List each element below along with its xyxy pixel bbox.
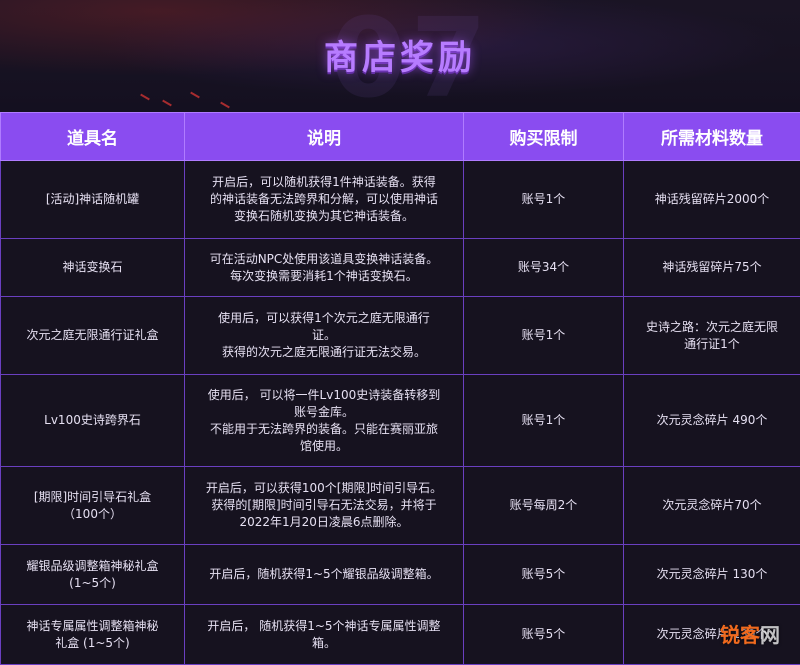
item-name: 神话专属属性调整箱神秘 礼盒 (1~5个) [1, 605, 185, 665]
site-watermark: 锐客网 [720, 619, 780, 648]
material-cost: 次元灵念碎片 130个 [624, 545, 800, 605]
table-row: [期限]时间引导石礼盒 （100个） 开启后，可以获得100个[期限]时间引导石… [1, 467, 800, 545]
purchase-limit: 账号1个 [464, 161, 624, 239]
item-name: 耀银品级调整箱神秘礼盒 (1~5个) [1, 545, 185, 605]
table-header-row: 道具名 说明 购买限制 所需材料数量 [1, 113, 800, 161]
material-cost: 次元灵念碎片 490个 [624, 375, 800, 467]
item-description: 开启后， 随机获得1~5个神话专属属性调整 箱。 [185, 605, 464, 665]
item-name: [期限]时间引导石礼盒 （100个） [1, 467, 185, 545]
header-item-name: 道具名 [1, 113, 185, 161]
purchase-limit: 账号5个 [464, 605, 624, 665]
page-title: 商店奖励 [0, 30, 800, 79]
item-description: 可在活动NPC处使用该道具变换神话装备。 每次变换需要消耗1个神话变换石。 [185, 239, 464, 297]
item-description: 使用后， 可以将一件Lv100史诗装备转移到 账号金库。 不能用于无法跨界的装备… [185, 375, 464, 467]
purchase-limit: 账号每周2个 [464, 467, 624, 545]
table-row: 神话专属属性调整箱神秘 礼盒 (1~5个) 开启后， 随机获得1~5个神话专属属… [1, 605, 800, 665]
shop-reward-table: 道具名 说明 购买限制 所需材料数量 [活动]神话随机罐 开启后，可以随机获得1… [0, 112, 800, 665]
item-name: Lv100史诗跨界石 [1, 375, 185, 467]
material-cost: 次元灵念碎片70个 [624, 467, 800, 545]
purchase-limit: 账号1个 [464, 375, 624, 467]
item-description: 开启后，可以获得100个[期限]时间引导石。 获得的[期限]时间引导石无法交易，… [185, 467, 464, 545]
purchase-limit: 账号34个 [464, 239, 624, 297]
table-row: 神话变换石 可在活动NPC处使用该道具变换神话装备。 每次变换需要消耗1个神话变… [1, 239, 800, 297]
item-name: 次元之庭无限通行证礼盒 [1, 297, 185, 375]
header-purchase-limit: 购买限制 [464, 113, 624, 161]
table-row: 耀银品级调整箱神秘礼盒 (1~5个) 开启后，随机获得1~5个耀银品级调整箱。 … [1, 545, 800, 605]
table-row: 次元之庭无限通行证礼盒 使用后，可以获得1个次元之庭无限通行 证。 获得的次元之… [1, 297, 800, 375]
item-name: 神话变换石 [1, 239, 185, 297]
purchase-limit: 账号1个 [464, 297, 624, 375]
watermark-logo-text: 锐客 [720, 623, 760, 647]
item-name: [活动]神话随机罐 [1, 161, 185, 239]
material-cost: 史诗之路：次元之庭无限 通行证1个 [624, 297, 800, 375]
item-description: 开启后，随机获得1~5个耀银品级调整箱。 [185, 545, 464, 605]
table-row: [活动]神话随机罐 开启后，可以随机获得1件神话装备。获得 的神话装备无法跨界和… [1, 161, 800, 239]
header-description: 说明 [185, 113, 464, 161]
material-cost: 神话残留碎片75个 [624, 239, 800, 297]
item-description: 使用后，可以获得1个次元之庭无限通行 证。 获得的次元之庭无限通行证无法交易。 [185, 297, 464, 375]
banner: 07 商店奖励 [0, 0, 800, 112]
spark-decoration [140, 92, 260, 112]
item-description: 开启后，可以随机获得1件神话装备。获得 的神话装备无法跨界和分解，可以使用神话 … [185, 161, 464, 239]
watermark-suffix: 网 [760, 623, 780, 647]
header-material-cost: 所需材料数量 [624, 113, 800, 161]
table-row: Lv100史诗跨界石 使用后， 可以将一件Lv100史诗装备转移到 账号金库。 … [1, 375, 800, 467]
purchase-limit: 账号5个 [464, 545, 624, 605]
material-cost: 神话残留碎片2000个 [624, 161, 800, 239]
